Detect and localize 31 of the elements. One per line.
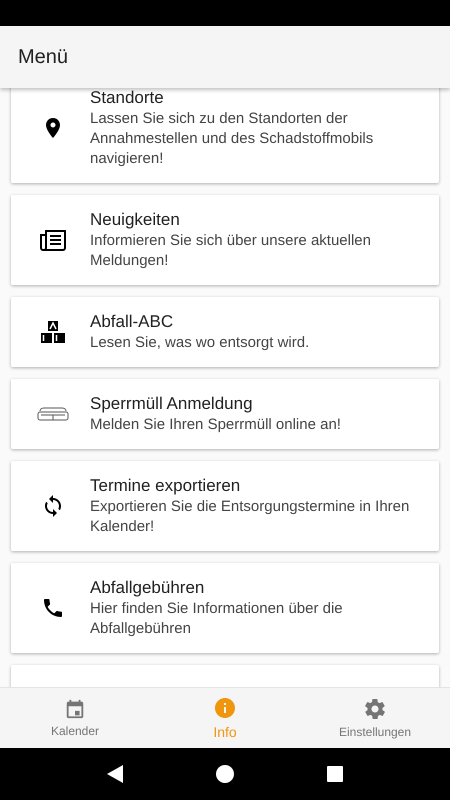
item-title: Abfall-ABC xyxy=(90,311,174,333)
back-icon[interactable] xyxy=(106,765,123,783)
item-title: Termine exportieren xyxy=(90,475,242,497)
newspaper-icon xyxy=(39,228,67,252)
item-title: Standorte xyxy=(90,88,165,109)
nav-tab[interactable]: Kalender xyxy=(0,688,150,748)
app-title: Menü xyxy=(18,46,68,68)
item-description: Hier finden Sie Informationen über die Abfallgebühren xyxy=(90,599,344,639)
menu-card[interactable]: Termine exportieren Exportieren Sie die Entsorgungstermine in Ihren Kalender! xyxy=(11,461,439,551)
blocks-icon xyxy=(40,320,66,344)
recents-icon[interactable] xyxy=(327,766,344,782)
menu-card[interactable]: Sperrmüll Anmeldung Melden Sie Ihren Sperrmüll online an! xyxy=(11,379,439,449)
item-title: Neuigkeiten xyxy=(90,209,181,231)
info-icon xyxy=(213,696,237,720)
sofa-icon xyxy=(37,407,69,421)
phone-icon xyxy=(41,596,65,620)
settings-icon xyxy=(363,697,387,721)
menu-card[interactable]: Abfall-ABC Lesen Sie, was wo entsorgt wird. xyxy=(11,297,439,367)
menu-card[interactable]: Abfallgebühren Hier finden Sie Informationen über die Abfallgebühren xyxy=(11,563,439,653)
item-title: Abfallgebühren xyxy=(90,577,206,599)
menu-card[interactable]: Neuigkeiten Informieren Sie sich über unsere aktuellen Meldungen! xyxy=(11,195,439,285)
item-description: Lassen Sie sich zu den Standorten der Annahmestellen und des Schadstoffmobils navigieren! xyxy=(90,109,374,169)
nav-tab[interactable]: Einstellungen xyxy=(300,688,450,748)
item-title: Sperrmüll Anmeldung xyxy=(90,393,254,415)
item-description: Melden Sie Ihren Sperrmüll online an! xyxy=(90,415,341,435)
item-description: Exportieren Sie die Entsorgungstermine in Ihren Kalender! xyxy=(90,497,410,537)
menu-card[interactable]: Standorte Lassen Sie sich zu den Standorten der Annahmestellen und des Schadstoffmobils navigieren! xyxy=(11,88,439,183)
home-icon[interactable] xyxy=(216,765,234,783)
calendar-icon xyxy=(64,698,86,720)
item-description: Informieren Sie sich über unsere aktuellen Meldungen! xyxy=(90,231,372,271)
item-description: Lesen Sie, was wo entsorgt wird. xyxy=(90,333,310,353)
